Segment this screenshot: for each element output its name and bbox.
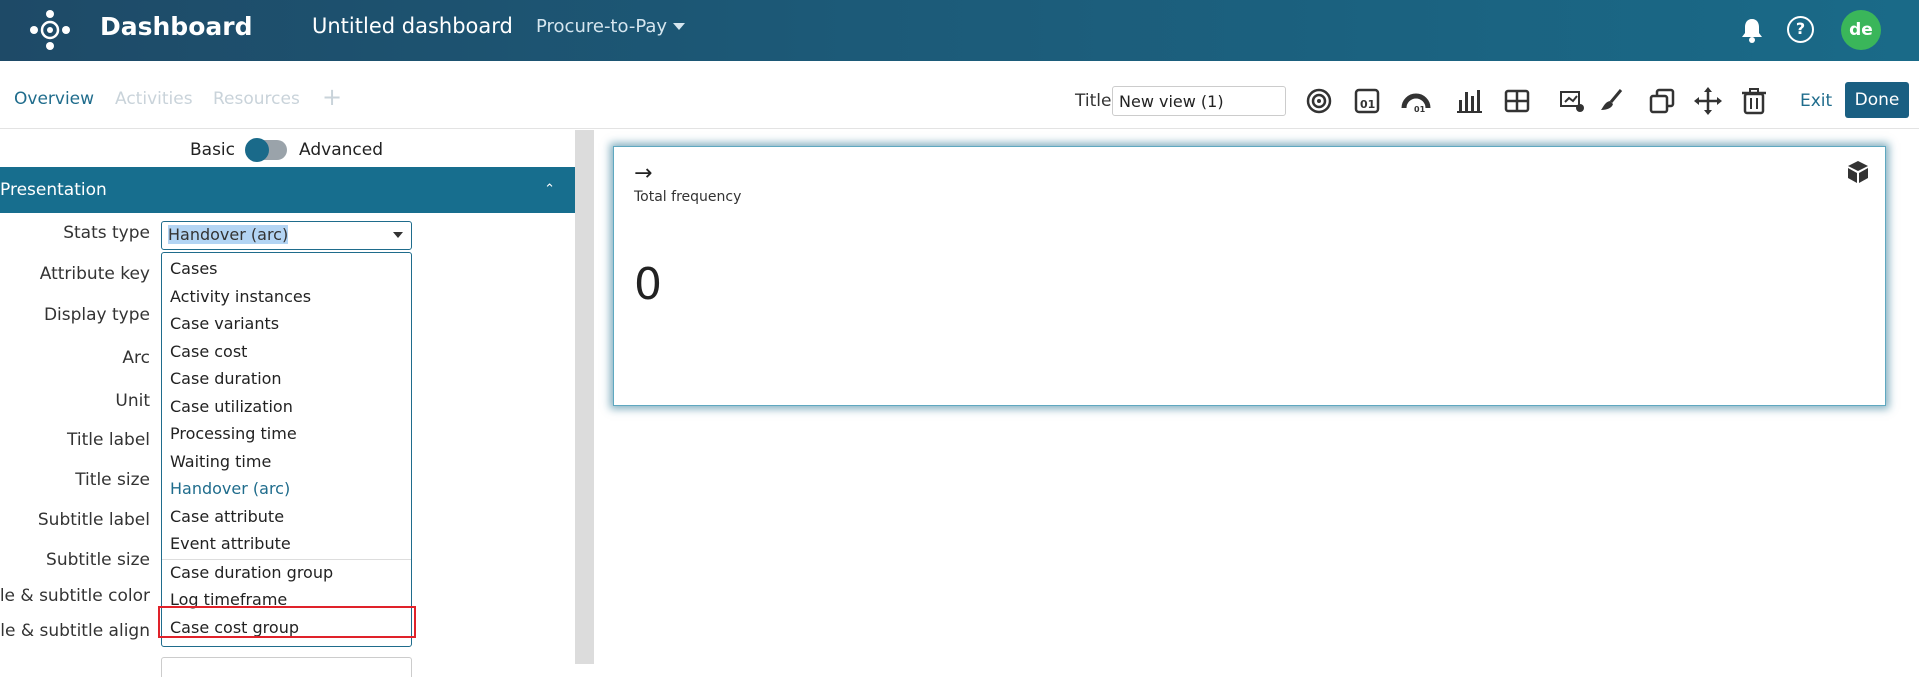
field-label-unit: Unit (115, 391, 150, 411)
option-case-attribute[interactable]: Case attribute (170, 507, 284, 526)
svg-text:01: 01 (1360, 98, 1375, 111)
chevron-up-icon: ⌃ (544, 182, 555, 197)
widget-preview[interactable]: → Total frequency 0 (613, 146, 1886, 406)
option-handover-arc[interactable]: Handover (arc) (170, 479, 290, 498)
option-cases[interactable]: Cases (170, 259, 218, 278)
avatar[interactable]: de (1841, 10, 1881, 50)
highlight-box (158, 606, 416, 638)
field-label-stats-type: Stats type (63, 223, 150, 243)
radial-chart-icon[interactable] (1304, 86, 1334, 116)
field-label-subtitle-label: Subtitle label (37, 510, 150, 530)
view-toolbar: Overview Activities Resources + Title 01… (0, 61, 1919, 129)
widget-value: 0 (634, 259, 662, 310)
option-case-duration[interactable]: Case duration (170, 369, 282, 388)
option-event-attribute[interactable]: Event attribute (170, 534, 291, 553)
svg-text:01: 01 (1414, 105, 1426, 114)
app-logo-icon[interactable] (30, 10, 70, 50)
chevron-down-icon (393, 232, 403, 238)
field-label-subtitle-size: Subtitle size (46, 550, 150, 570)
brush-icon[interactable] (1597, 86, 1627, 116)
panel-splitter[interactable] (575, 130, 594, 664)
field-label-title-subtitle-align: Title & subtitle align (0, 621, 150, 641)
number-widget-icon[interactable]: 01 (1352, 86, 1382, 116)
settings-panel: Basic Advanced Presentation ⌃ Stats type… (0, 130, 575, 677)
arrow-right-icon: → (634, 161, 653, 186)
field-label-arc: Arc (122, 348, 150, 368)
help-icon[interactable]: ? (1787, 16, 1814, 43)
top-bar: Dashboard Untitled dashboard Procure-to-… (0, 0, 1919, 61)
option-waiting-time[interactable]: Waiting time (170, 452, 271, 471)
field-label-display-type: Display type (43, 305, 150, 325)
field-label-attribute-key: Attribute key (39, 264, 150, 284)
gauge-icon[interactable]: 01 (1401, 86, 1431, 116)
dashboard-name[interactable]: Untitled dashboard (312, 14, 513, 38)
option-case-variants[interactable]: Case variants (170, 314, 279, 333)
presentation-section-header[interactable]: Presentation ⌃ (0, 167, 575, 213)
title-input[interactable] (1112, 86, 1286, 116)
duplicate-icon[interactable] (1647, 86, 1677, 116)
bell-icon[interactable] (1740, 17, 1764, 43)
title-label: Title (1075, 91, 1112, 111)
option-case-cost[interactable]: Case cost (170, 342, 247, 361)
process-selector[interactable]: Procure-to-Pay (536, 16, 686, 37)
widget-label: Total frequency (634, 189, 742, 205)
bar-chart-icon[interactable] (1454, 86, 1484, 116)
stats-type-dropdown: Cases Activity instances Case variants C… (161, 252, 412, 647)
basic-label: Basic (190, 140, 236, 160)
tab-resources[interactable]: Resources (213, 89, 300, 109)
add-tab-button[interactable]: + (322, 83, 342, 111)
stats-type-value: Handover (arc) (168, 225, 289, 244)
chart-settings-icon[interactable] (1557, 86, 1587, 116)
move-icon[interactable] (1693, 86, 1723, 116)
mode-switch[interactable] (245, 138, 288, 162)
field-label-title-size: Title size (75, 470, 150, 490)
tab-overview[interactable]: Overview (14, 89, 94, 109)
exit-button[interactable]: Exit (1800, 91, 1832, 111)
mode-toggle-row: Basic Advanced (190, 138, 383, 162)
cube-icon[interactable] (1845, 159, 1871, 185)
option-activity-instances[interactable]: Activity instances (170, 287, 311, 306)
chevron-down-icon (673, 23, 686, 30)
trash-icon[interactable] (1739, 86, 1769, 116)
done-button[interactable]: Done (1845, 82, 1909, 118)
app-title[interactable]: Dashboard (100, 12, 252, 41)
field-label-title-label: Title label (67, 430, 150, 450)
option-processing-time[interactable]: Processing time (170, 424, 297, 443)
advanced-label: Advanced (299, 140, 383, 160)
process-label: Procure-to-Pay (536, 16, 668, 37)
field-label-title-subtitle-color: Title & subtitle color (0, 586, 150, 606)
option-case-duration-group[interactable]: Case duration group (170, 563, 333, 582)
stats-type-select[interactable]: Handover (arc) (161, 221, 412, 250)
section-title: Presentation (0, 180, 107, 200)
table-icon[interactable] (1502, 86, 1532, 116)
option-case-utilization[interactable]: Case utilization (170, 397, 293, 416)
next-field-select[interactable] (161, 657, 412, 677)
option-divider (162, 559, 411, 560)
tab-activities[interactable]: Activities (115, 89, 193, 109)
switch-knob (245, 138, 270, 162)
